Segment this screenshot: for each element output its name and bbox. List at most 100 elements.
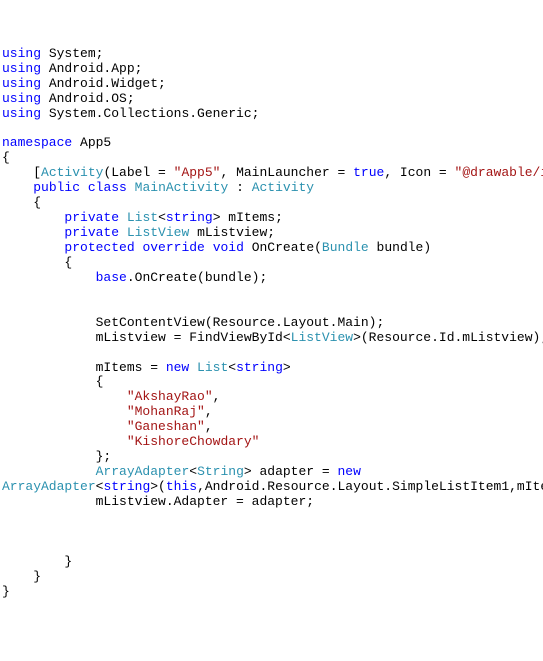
code-token	[2, 180, 33, 195]
code-token: Android.OS;	[41, 91, 135, 106]
code-token: Bundle	[322, 240, 369, 255]
code-token	[2, 464, 96, 479]
code-line: mListview = FindViewById<ListView>(Resou…	[2, 331, 541, 346]
code-line: protected override void OnCreate(Bundle …	[2, 241, 541, 256]
code-token: Android.App;	[41, 61, 142, 76]
code-token: using	[2, 76, 41, 91]
code-token: ,Android.Resource.Layout.SimpleListItem1…	[197, 479, 543, 494]
code-line	[2, 286, 541, 301]
code-token: > adapter =	[244, 464, 338, 479]
code-token: ListView	[127, 225, 189, 240]
code-token: List	[197, 360, 228, 375]
code-token: }	[2, 584, 10, 599]
code-token: using	[2, 61, 41, 76]
code-token	[127, 180, 135, 195]
code-token: <	[158, 210, 166, 225]
code-token: string	[166, 210, 213, 225]
code-line: using Android.OS;	[2, 92, 541, 107]
code-line: {	[2, 256, 541, 271]
code-token: MainActivity	[135, 180, 229, 195]
code-token	[119, 210, 127, 225]
code-token: bundle)	[369, 240, 431, 255]
code-token	[2, 240, 64, 255]
code-token: }	[2, 569, 41, 584]
code-line	[2, 301, 541, 316]
code-token	[2, 404, 127, 419]
code-token: , Icon =	[384, 165, 454, 180]
code-line: };	[2, 450, 541, 465]
code-line: using Android.Widget;	[2, 77, 541, 92]
code-token: > mItems;	[213, 210, 283, 225]
code-token: >(Resource.Id.mListview);	[353, 330, 543, 345]
code-token: };	[2, 449, 111, 464]
code-token: "@drawable/icon"	[455, 165, 543, 180]
code-line: using System;	[2, 47, 541, 62]
code-line: {	[2, 151, 541, 166]
code-token: Activity	[252, 180, 314, 195]
code-token	[80, 180, 88, 195]
code-line	[2, 346, 541, 361]
code-token: Android.Widget;	[41, 76, 166, 91]
code-line: {	[2, 196, 541, 211]
code-line: using Android.App;	[2, 62, 541, 77]
code-line: private ListView mListview;	[2, 226, 541, 241]
code-token: {	[2, 374, 103, 389]
code-line: private List<string> mItems;	[2, 211, 541, 226]
code-line: {	[2, 375, 541, 390]
code-line	[2, 525, 541, 540]
code-token: }	[2, 554, 72, 569]
code-line: }	[2, 570, 541, 585]
code-line	[2, 122, 541, 137]
code-token: override	[142, 240, 204, 255]
code-line: }	[2, 555, 541, 570]
code-token: ArrayAdapter	[96, 464, 190, 479]
code-token	[2, 389, 127, 404]
code-token: using	[2, 46, 41, 61]
code-token: protected	[64, 240, 134, 255]
code-line: "KishoreChowdary"	[2, 435, 541, 450]
code-token: string	[103, 479, 150, 494]
code-token: private	[64, 210, 119, 225]
code-line: mListview.Adapter = adapter;	[2, 495, 541, 510]
code-token: namespace	[2, 135, 72, 150]
code-token: "MohanRaj"	[127, 404, 205, 419]
code-token: OnCreate(	[244, 240, 322, 255]
code-block: using System;using Android.App;using And…	[2, 47, 541, 600]
code-token: System;	[41, 46, 103, 61]
code-token: true	[353, 165, 384, 180]
code-line	[2, 540, 541, 555]
code-line: base.OnCreate(bundle);	[2, 271, 541, 286]
code-token: ArrayAdapter	[2, 479, 96, 494]
code-token: "AkshayRao"	[127, 389, 213, 404]
code-line: SetContentView(Resource.Layout.Main);	[2, 316, 541, 331]
code-token: ,	[213, 389, 221, 404]
code-line: ArrayAdapter<String> adapter = new	[2, 465, 541, 480]
code-token: SetContentView(Resource.Layout.Main);	[2, 315, 384, 330]
code-token: ,	[205, 419, 213, 434]
code-token	[2, 210, 64, 225]
code-token	[119, 225, 127, 240]
code-token: using	[2, 91, 41, 106]
code-token: ,	[205, 404, 213, 419]
code-token: System.Collections.Generic;	[41, 106, 259, 121]
code-line: using System.Collections.Generic;	[2, 107, 541, 122]
code-line: }	[2, 585, 541, 600]
code-token: "Ganeshan"	[127, 419, 205, 434]
code-token: (Label =	[103, 165, 173, 180]
code-token: App5	[72, 135, 111, 150]
code-line: mItems = new List<string>	[2, 361, 541, 376]
code-token: >(	[150, 479, 166, 494]
code-token: <	[228, 360, 236, 375]
code-token: .OnCreate(bundle);	[127, 270, 267, 285]
code-line: public class MainActivity : Activity	[2, 181, 541, 196]
code-token: [	[2, 165, 41, 180]
code-token	[2, 270, 96, 285]
code-token: string	[236, 360, 283, 375]
code-token: class	[88, 180, 127, 195]
code-token: new	[338, 464, 361, 479]
code-line: "AkshayRao",	[2, 390, 541, 405]
code-token	[2, 225, 64, 240]
code-token: public	[33, 180, 80, 195]
code-token: :	[228, 180, 251, 195]
code-token	[2, 434, 127, 449]
